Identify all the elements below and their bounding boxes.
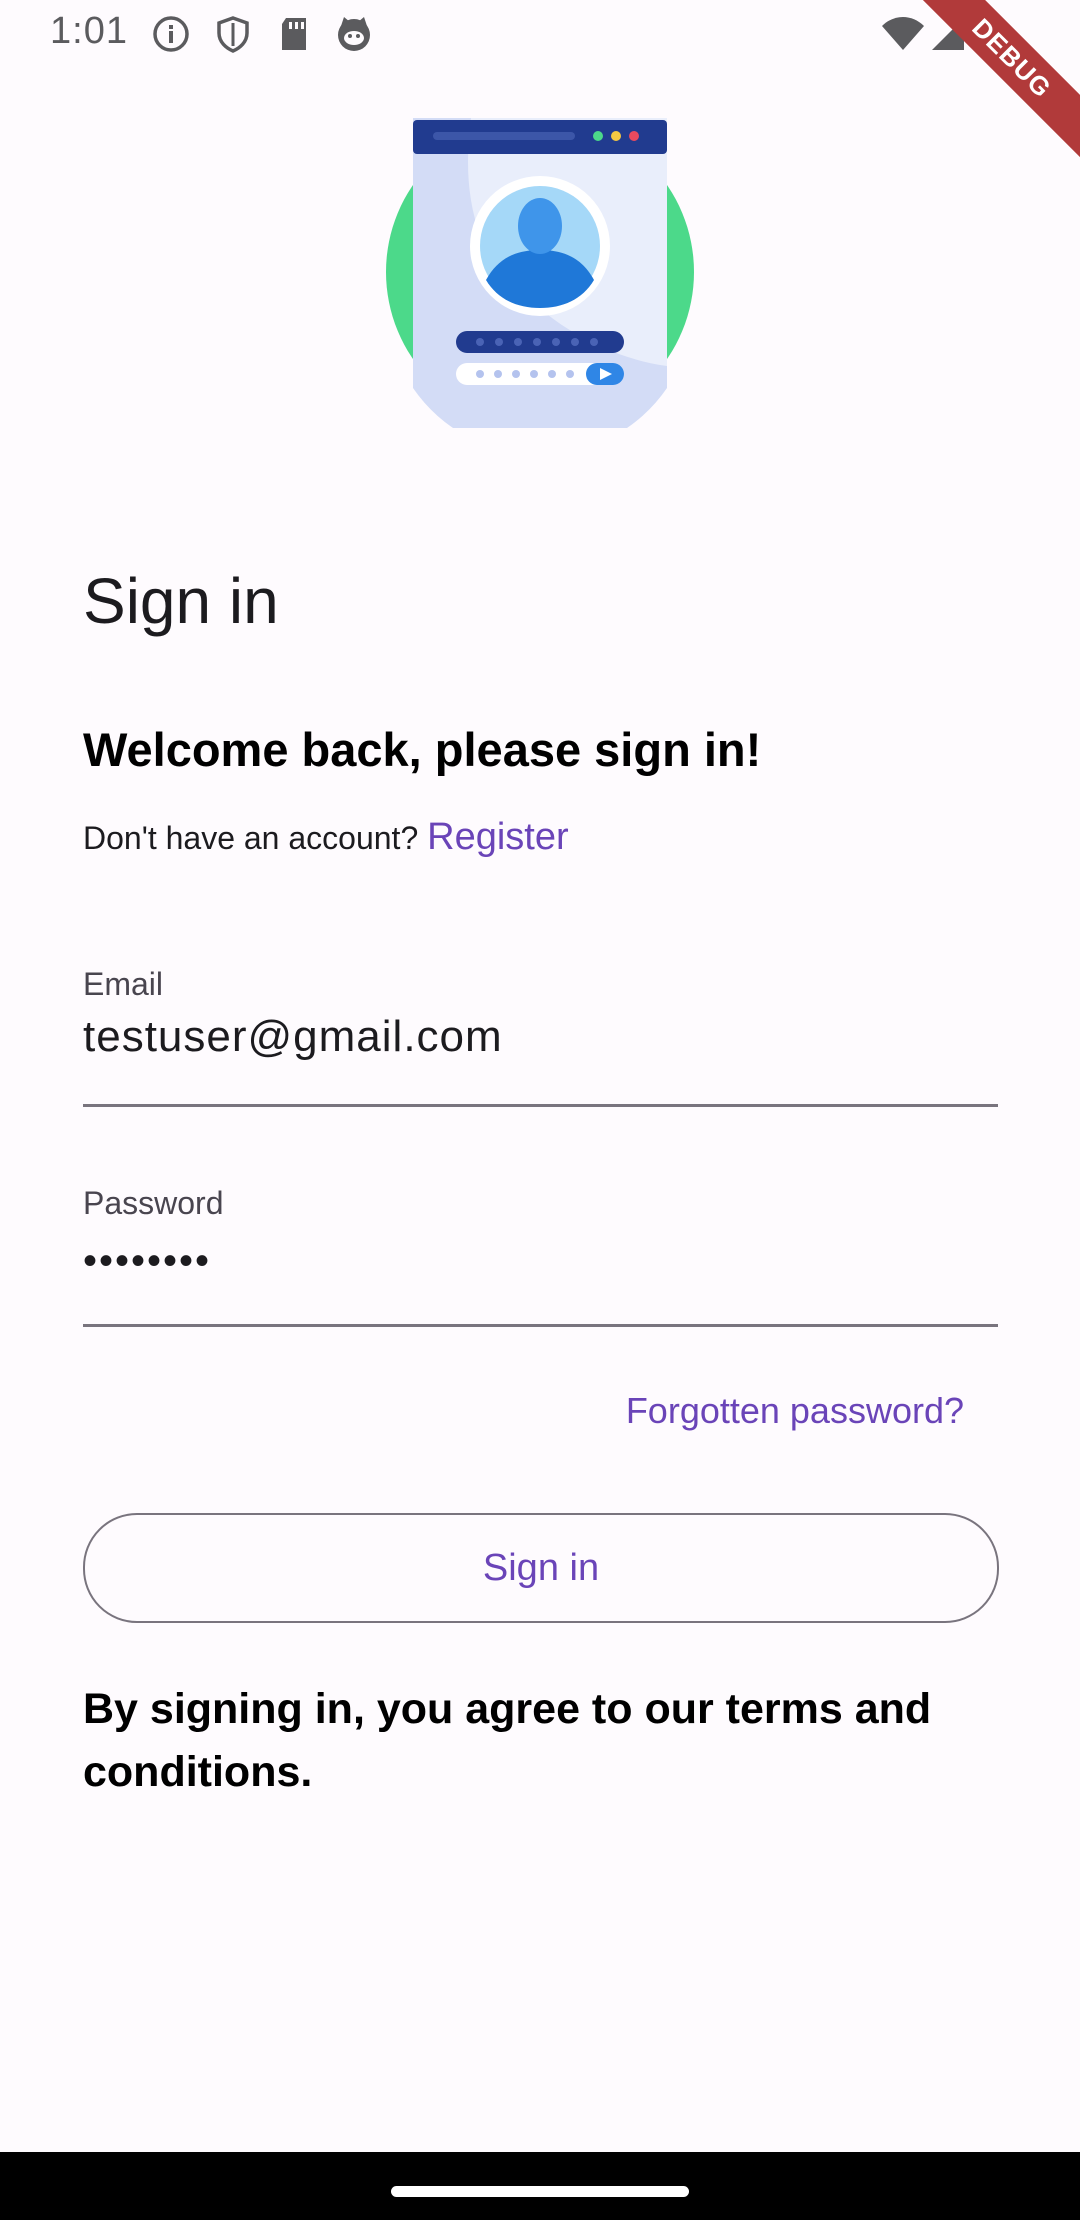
welcome-heading: Welcome back, please sign in! xyxy=(83,723,762,776)
wifi-icon xyxy=(882,17,924,50)
sd-card-icon xyxy=(282,18,306,50)
info-icon xyxy=(153,16,189,52)
sign-in-screen: 1:01 DEBUG Sign in Welcome back, please … xyxy=(0,0,1080,2220)
email-input[interactable] xyxy=(83,1012,998,1062)
user-profile-illustration xyxy=(386,118,694,428)
password-input[interactable]: •••••••• xyxy=(83,1239,998,1284)
email-label: Email xyxy=(83,966,164,1002)
shield-icon xyxy=(217,16,249,53)
page-title: Sign in xyxy=(83,565,279,637)
password-underline xyxy=(83,1324,998,1327)
status-time: 1:01 xyxy=(50,10,128,52)
status-bar: 1:01 DEBUG xyxy=(0,0,1080,166)
terms-text: By signing in, you agree to our terms an… xyxy=(83,1685,932,1796)
register-link[interactable]: Register xyxy=(427,816,569,858)
forgot-password-link[interactable]: Forgotten password? xyxy=(626,1390,964,1432)
email-field[interactable]: Email xyxy=(83,966,998,1107)
system-nav-bar xyxy=(0,2152,1080,2220)
register-prompt: Don't have an account? Register xyxy=(83,816,569,859)
cat-face-icon xyxy=(338,17,370,51)
home-gesture-handle[interactable] xyxy=(391,2186,689,2197)
sign-in-button[interactable]: Sign in xyxy=(83,1513,999,1623)
email-underline xyxy=(83,1104,998,1107)
password-label: Password xyxy=(83,1185,224,1221)
password-field[interactable]: Password •••••••• xyxy=(83,1185,998,1327)
no-account-text: Don't have an account? xyxy=(83,820,419,856)
